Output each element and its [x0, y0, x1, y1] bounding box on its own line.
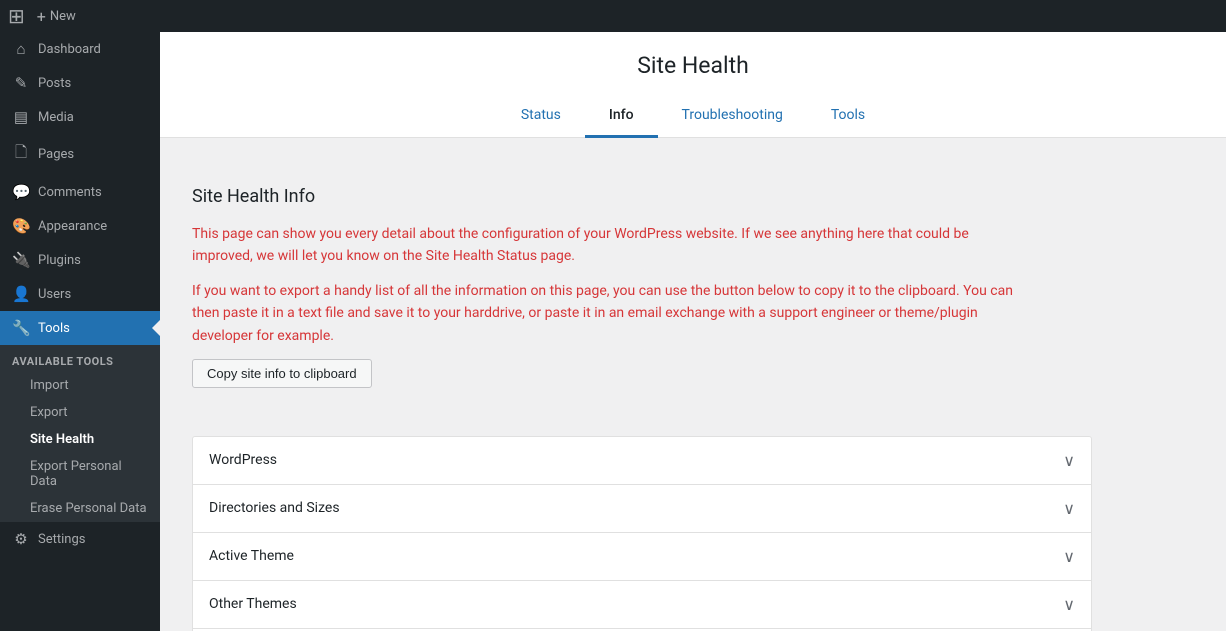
- tools-submenu: Available Tools Import Export Site Healt…: [0, 345, 160, 522]
- submenu-item-import[interactable]: Import: [0, 372, 160, 399]
- sidebar-item-appearance[interactable]: 🎨 Appearance: [0, 209, 160, 243]
- submenu-item-site-health[interactable]: Site Health: [0, 426, 160, 453]
- sidebar-item-label: Tools: [38, 321, 70, 336]
- main-content: Site Health Status Info Troubleshooting …: [160, 32, 1226, 631]
- tools-icon: 🔧: [12, 319, 30, 337]
- dashboard-icon: ⌂: [12, 40, 30, 58]
- section-title: Site Health Info: [192, 186, 1028, 207]
- accordion-label: Other Themes: [209, 596, 297, 612]
- new-label: New: [50, 9, 76, 24]
- sidebar-item-comments[interactable]: 💬 Comments: [0, 175, 160, 209]
- accordion-label: Directories and Sizes: [209, 500, 340, 516]
- pages-icon: 🗋: [12, 142, 30, 167]
- sidebar-item-label: Pages: [38, 147, 74, 162]
- page-header: Site Health Status Info Troubleshooting …: [160, 32, 1226, 138]
- wp-logo-icon[interactable]: ⊞: [8, 4, 25, 28]
- sidebar-item-label: Users: [38, 287, 71, 302]
- sidebar-item-label: Posts: [38, 76, 71, 91]
- sidebar: ⌂ Dashboard ✎ Posts ▤ Media 🗋 Pages 💬 Co…: [0, 32, 160, 631]
- submenu-item-export[interactable]: Export: [0, 399, 160, 426]
- sidebar-item-label: Appearance: [38, 219, 107, 234]
- sidebar-item-label: Media: [38, 110, 74, 125]
- sidebar-item-settings[interactable]: ⚙ Settings: [0, 522, 160, 556]
- accordion-label: WordPress: [209, 452, 277, 468]
- submenu-item-erase-personal-data[interactable]: Erase Personal Data: [0, 495, 160, 522]
- accordion-header-other-themes[interactable]: Other Themes ∨: [193, 581, 1091, 628]
- info-paragraph-2: If you want to export a handy list of al…: [192, 280, 1028, 347]
- accordion-item-active-theme: Active Theme ∨: [192, 533, 1092, 581]
- accordion: WordPress ∨ Directories and Sizes ∨ Acti…: [192, 436, 1092, 631]
- chevron-down-icon: ∨: [1063, 595, 1075, 614]
- sidebar-item-media[interactable]: ▤ Media: [0, 100, 160, 134]
- accordion-item-other-themes: Other Themes ∨: [192, 581, 1092, 629]
- users-icon: 👤: [12, 285, 30, 303]
- sidebar-item-pages[interactable]: 🗋 Pages: [0, 134, 160, 175]
- plus-icon: +: [37, 7, 46, 26]
- accordion-item-directories-sizes: Directories and Sizes ∨: [192, 485, 1092, 533]
- sidebar-item-tools[interactable]: 🔧 Tools: [0, 311, 160, 345]
- accordion-header-wordpress[interactable]: WordPress ∨: [193, 437, 1091, 484]
- new-menu[interactable]: + New: [37, 7, 76, 26]
- sidebar-item-plugins[interactable]: 🔌 Plugins: [0, 243, 160, 277]
- chevron-down-icon: ∨: [1063, 499, 1075, 518]
- accordion-header-directories-sizes[interactable]: Directories and Sizes ∨: [193, 485, 1091, 532]
- plugins-icon: 🔌: [12, 251, 30, 269]
- info-paragraph-1: This page can show you every detail abou…: [192, 223, 1028, 268]
- comments-icon: 💬: [12, 183, 30, 201]
- admin-bar: ⊞ + New: [0, 0, 1226, 32]
- sidebar-item-dashboard[interactable]: ⌂ Dashboard: [0, 32, 160, 66]
- submenu-header: Available Tools: [0, 345, 160, 372]
- sidebar-item-posts[interactable]: ✎ Posts: [0, 66, 160, 100]
- media-icon: ▤: [12, 108, 30, 126]
- sidebar-item-label: Plugins: [38, 253, 81, 268]
- content-area: Site Health Info This page can show you …: [160, 162, 1060, 436]
- tab-info[interactable]: Info: [585, 95, 658, 138]
- sidebar-item-label: Comments: [38, 185, 102, 200]
- accordion-label: Active Theme: [209, 548, 294, 564]
- accordion-header-active-theme[interactable]: Active Theme ∨: [193, 533, 1091, 580]
- sidebar-item-label: Settings: [38, 532, 85, 547]
- copy-site-info-button[interactable]: Copy site info to clipboard: [192, 359, 372, 388]
- chevron-down-icon: ∨: [1063, 451, 1075, 470]
- settings-icon: ⚙: [12, 530, 30, 548]
- tab-tools[interactable]: Tools: [807, 95, 889, 138]
- tab-status[interactable]: Status: [497, 95, 585, 138]
- posts-icon: ✎: [12, 74, 30, 92]
- sidebar-item-label: Dashboard: [38, 42, 101, 57]
- tab-troubleshooting[interactable]: Troubleshooting: [658, 95, 807, 138]
- sidebar-item-users[interactable]: 👤 Users: [0, 277, 160, 311]
- accordion-item-wordpress: WordPress ∨: [192, 436, 1092, 485]
- appearance-icon: 🎨: [12, 217, 30, 235]
- submenu-item-export-personal-data[interactable]: Export Personal Data: [0, 453, 160, 495]
- chevron-down-icon: ∨: [1063, 547, 1075, 566]
- active-arrow: [152, 320, 160, 336]
- tabs: Status Info Troubleshooting Tools: [160, 95, 1226, 137]
- page-title: Site Health: [160, 52, 1226, 79]
